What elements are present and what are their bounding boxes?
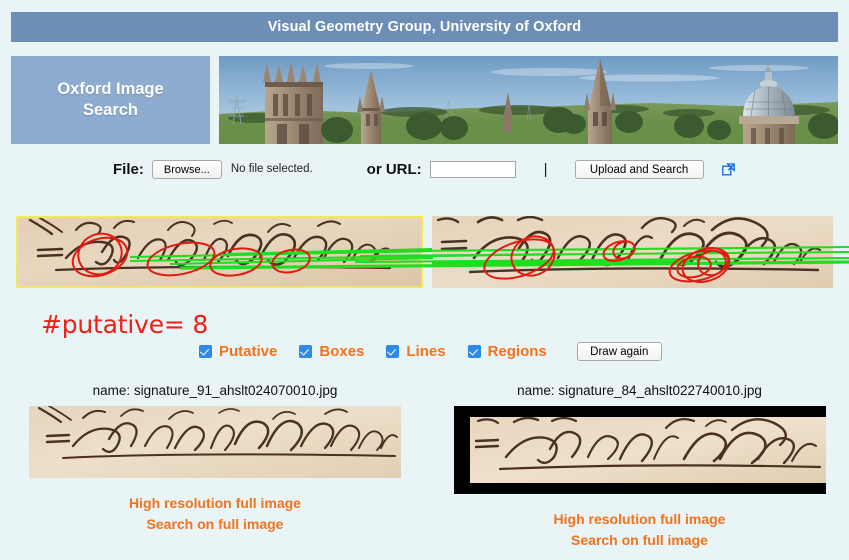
checkbox-boxes-icon[interactable] [299,344,313,358]
option-regions-label: Regions [487,342,547,360]
result-name-1: name: signature_91_ahslt024070010.jpg [92,383,338,398]
no-file-selected-text: No file selected. [230,163,313,175]
external-link-icon[interactable] [721,162,735,176]
putative-count: #putative= 8 [41,310,209,339]
oxford-skyline-banner [219,56,838,144]
result-thumbnail-2[interactable] [453,406,826,494]
option-lines-label: Lines [406,342,446,360]
form-separator: | [543,160,548,178]
page-title: Visual Geometry Group, University of Oxf… [267,19,582,35]
match-visualisation [0,216,849,290]
draw-again-button[interactable]: Draw again [576,341,662,361]
option-putative-label: Putative [219,342,278,360]
search-on-full-image-link-1[interactable]: Search on full image [0,514,430,535]
result-links-2: High resolution full image Search on ful… [430,509,849,551]
display-options: Putative Boxes Lines Regions Draw again [199,341,662,361]
oxford-image-search-logo[interactable]: Oxford Image Search [11,56,210,144]
browse-button[interactable]: Browse... [151,159,222,179]
option-putative[interactable]: Putative [199,343,277,360]
high-resolution-full-image-link-2[interactable]: High resolution full image [430,509,849,530]
result-thumbnail-1[interactable] [29,406,401,478]
logo-line-1: Oxford Image [57,80,164,99]
checkbox-lines-icon[interactable] [386,344,400,358]
result-match-crop[interactable] [432,216,833,288]
high-resolution-full-image-link-1[interactable]: High resolution full image [0,493,430,514]
search-on-full-image-link-2[interactable]: Search on full image [430,530,849,551]
result-column-query: name: signature_91_ahslt024070010.jpg Hi… [0,383,430,535]
logo-line-2: Search [82,101,139,119]
result-name-2: name: signature_84_ahslt022740010.jpg [517,383,762,398]
option-regions[interactable]: Regions [467,342,547,360]
url-label: or URL: [366,160,422,178]
checkbox-regions-icon[interactable] [467,344,481,358]
url-input[interactable] [429,160,516,178]
query-match-crop[interactable] [16,216,423,288]
result-links-1: High resolution full image Search on ful… [0,493,430,535]
file-label: File: [113,160,144,178]
upload-and-search-button[interactable]: Upload and Search [574,159,704,179]
checkbox-putative-icon[interactable] [199,344,212,358]
option-lines[interactable]: Lines [386,342,446,360]
upload-form: File: Browse... No file selected. or URL… [0,156,849,182]
result-column-match: name: signature_84_ahslt022740010.jpg Hi… [430,383,849,551]
option-boxes[interactable]: Boxes [299,343,364,360]
vgg-title-bar: Visual Geometry Group, University of Oxf… [11,12,838,42]
option-boxes-label: Boxes [319,342,365,360]
